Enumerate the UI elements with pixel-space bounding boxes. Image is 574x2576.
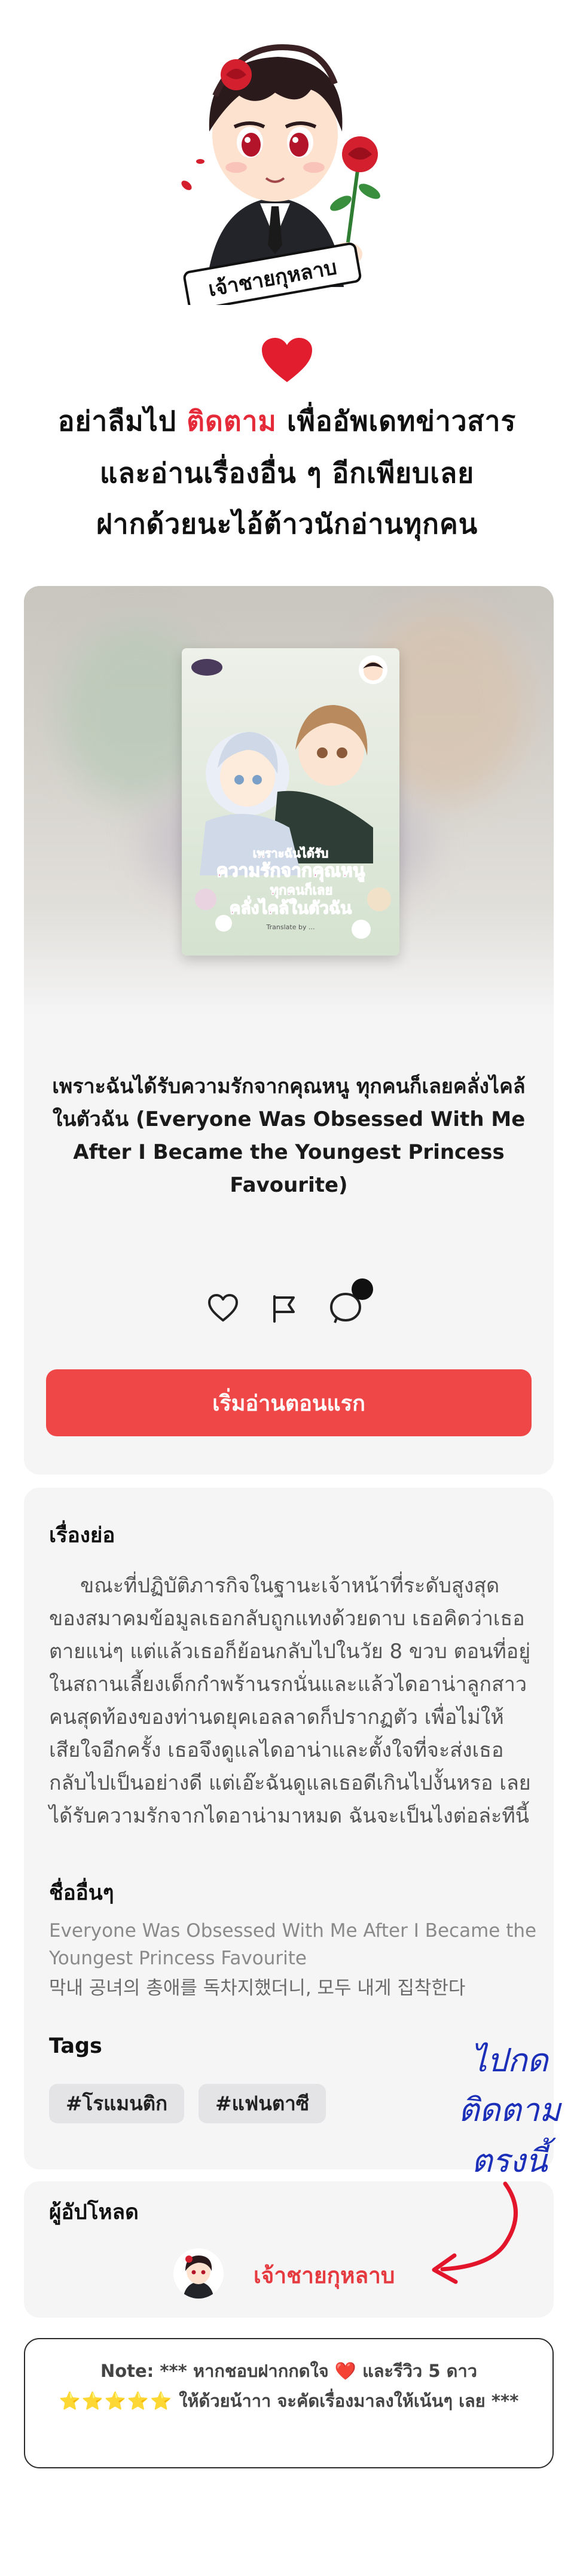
heart-emoji-icon: ❤️ [334, 2361, 356, 2381]
tag-romance[interactable]: #โรแมนติก [49, 2084, 185, 2123]
tags-heading: Tags [49, 2034, 102, 2058]
alt-names-heading: ชื่ออื่นๆ [49, 1881, 114, 1905]
alt-name-english: Everyone Was Obsessed With Me After I Be… [49, 1920, 537, 1969]
cover-title-line-3: ทุกคนก็เลย [270, 881, 333, 899]
alt-name-korean: 막내 공녀의 총애를 독차지했더니, 모두 내게 집착한다 [49, 1977, 466, 1999]
synopsis-heading: เรื่องย่อ [49, 1524, 115, 1548]
action-bar [24, 1278, 554, 1327]
heart-icon [262, 338, 312, 382]
note-box: Note: *** หากชอบฝากกดใจ ❤️ และรีวิว 5 ดา… [24, 2338, 554, 2468]
comment-icon[interactable] [329, 1276, 377, 1326]
promo-line-1-b: เพื่ออัพเดทข่าวสาร [276, 405, 517, 437]
uploader-avatar[interactable] [173, 2248, 224, 2299]
promo-line-1-a: อย่าลืมไป [57, 405, 187, 437]
mascot-illustration: เจ้าชายกุหลาบ [181, 44, 380, 305]
annotation-line-2: ติดตาม [458, 2091, 561, 2129]
cover-title-line-4: คลั่งไคล้ในตัวฉัน [230, 896, 352, 918]
note-prefix: Note: *** หากชอบฝากกดใจ [100, 2361, 335, 2381]
annotation-line-1: ไปกด [471, 2041, 548, 2079]
note-mid: และรีวิว 5 ดาว [356, 2361, 478, 2381]
cover-title-line-1: เพราะฉันได้รับ [253, 846, 329, 860]
promo-banner: เจ้าชายกุหลาบ อย่าลืมไป ติดตาม เพื่ออัพเ… [0, 0, 574, 574]
heart-outline-icon[interactable] [206, 1292, 240, 1325]
uploader-heading: ผู้อัปโหลด [49, 2200, 139, 2224]
uploader-name[interactable]: เจ้าชายกุหลาบ [254, 2258, 395, 2293]
book-title: เพราะฉันได้รับความรักจากคุณหนู ทุกคนก็เล… [52, 1075, 526, 1197]
red-arrow-icon [432, 2181, 518, 2284]
tag-fantasy[interactable]: #แฟนตาซี [199, 2084, 326, 2123]
promo-line-3: ฝากด้วยนะไอ้ต้าวนักอ่านทุกคน [96, 508, 478, 540]
promo-line-2: และอ่านเรื่องอื่น ๆ อีกเพียบเลย [99, 457, 475, 489]
book-cover[interactable]: เพราะฉันได้รับ ความรักจากคุณหนู ทุกคนก็เ… [182, 648, 399, 956]
note-suffix: ให้ด้วยน้าาา จะคัดเรื่องมาลงให้เน้นๆ เลย… [173, 2391, 519, 2411]
comment-badge [352, 1278, 373, 1300]
synopsis-text: ขณะที่ปฏิบัติภารกิจในฐานะเจ้าหน้าที่ระดั… [49, 1570, 533, 1833]
follow-accent-text: ติดตาม [187, 405, 277, 437]
promo-line-1: อย่าลืมไป ติดตาม เพื่ออัพเดทข่าวสาร [0, 399, 574, 443]
cover-title-line-2: ความรักจากคุณหนู [216, 860, 365, 882]
start-reading-button[interactable]: เริ่มอ่านตอนแรก [46, 1369, 532, 1436]
book-card: เพราะฉันได้รับ ความรักจากคุณหนู ทุกคนก็เ… [24, 586, 554, 1475]
flag-icon[interactable] [267, 1292, 301, 1325]
cover-credit: Translate by ... [266, 923, 315, 931]
synopsis-paragraph: ขณะที่ปฏิบัติภารกิจในฐานะเจ้าหน้าที่ระดั… [49, 1574, 531, 1828]
five-stars-icon: ⭐⭐⭐⭐⭐ [59, 2391, 173, 2411]
